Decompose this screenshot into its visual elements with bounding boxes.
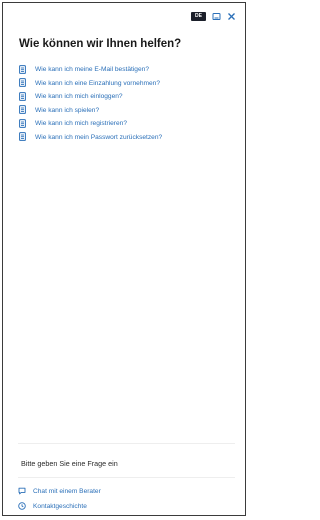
clock-icon [18, 502, 27, 511]
chat-icon [18, 487, 27, 496]
faq-link[interactable]: Wie kann ich mich registrieren? [35, 120, 127, 127]
widget-toolbar: DE [191, 11, 236, 21]
article-icon [19, 78, 27, 88]
faq-link[interactable]: Wie kann ich mein Passwort zurücksetzen? [35, 134, 162, 141]
chat-label[interactable]: Chat mit einem Berater [33, 488, 101, 495]
article-icon [19, 64, 27, 75]
minimize-icon [212, 12, 220, 20]
faq-item[interactable]: Wie kann ich meine E-Mail bestätigen? [19, 63, 162, 77]
faq-link[interactable]: Wie kann ich spielen? [35, 107, 99, 114]
article-icon [19, 91, 27, 102]
language-badge[interactable]: DE [191, 11, 206, 21]
article-icon [19, 105, 27, 115]
divider [18, 443, 235, 444]
faq-item[interactable]: Wie kann ich mich registrieren? [19, 117, 162, 131]
faq-link[interactable]: Wie kann ich mich einloggen? [35, 93, 123, 100]
page-title: Wie können wir Ihnen helfen? [19, 38, 182, 50]
faq-item[interactable]: Wie kann ich eine Einzahlung vornehmen? [19, 77, 162, 91]
minimize-button[interactable] [211, 11, 221, 21]
faq-item[interactable]: Wie kann ich mich einloggen? [19, 90, 162, 104]
close-icon [227, 12, 235, 20]
faq-list: Wie kann ich meine E-Mail bestätigen? Wi… [19, 63, 162, 144]
faq-item[interactable]: Wie kann ich spielen? [19, 104, 162, 118]
close-button[interactable] [226, 11, 236, 21]
article-icon [19, 132, 27, 142]
faq-item[interactable]: Wie kann ich mein Passwort zurücksetzen? [19, 131, 162, 145]
help-widget: DE Wie können wir Ihnen helfen? Wie kann… [2, 2, 246, 516]
faq-link[interactable]: Wie kann ich eine Einzahlung vornehmen? [35, 80, 160, 87]
chat-with-agent-button[interactable]: Chat mit einem Berater [18, 487, 101, 496]
divider [18, 477, 235, 478]
contact-history-label[interactable]: Kontaktgeschichte [33, 503, 87, 510]
faq-link[interactable]: Wie kann ich meine E-Mail bestätigen? [35, 66, 149, 73]
article-icon [19, 118, 27, 129]
contact-history-button[interactable]: Kontaktgeschichte [18, 502, 87, 511]
question-input[interactable] [15, 455, 239, 471]
